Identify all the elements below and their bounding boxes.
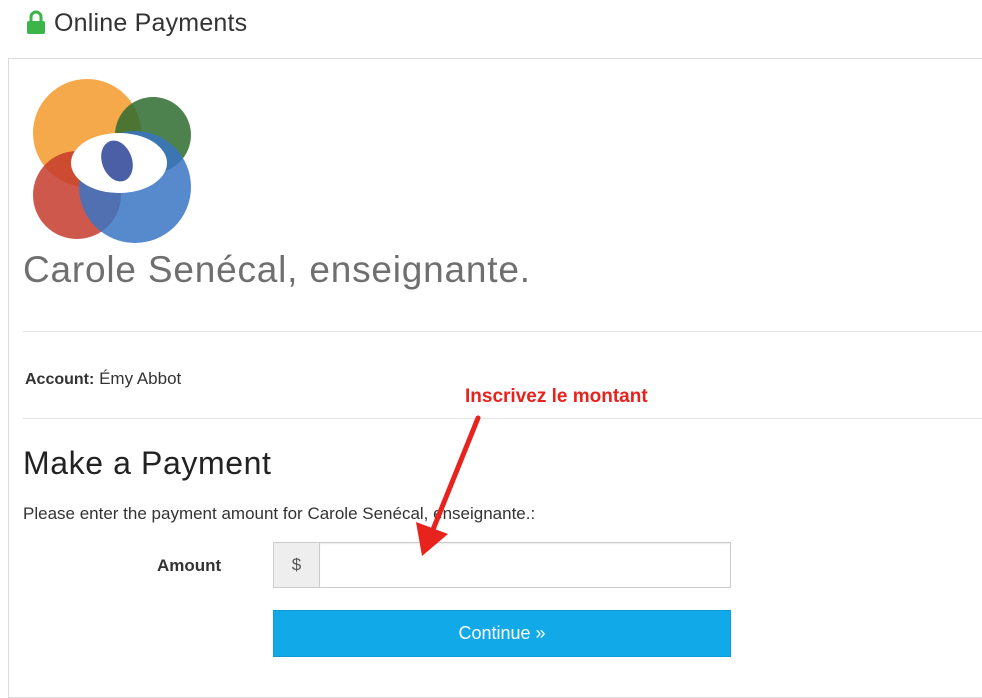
account-info: Account: Émy Abbot: [25, 369, 181, 389]
payment-panel: Carole Senécal, enseignante. Account: Ém…: [8, 58, 982, 698]
instruction-text: Please enter the payment amount for Caro…: [23, 504, 536, 523]
amount-input[interactable]: [319, 542, 731, 588]
business-name: Carole Senécal, enseignante.: [23, 249, 531, 290]
amount-label: Amount: [157, 556, 222, 575]
account-value: Émy Abbot: [99, 369, 182, 388]
page-title: Online Payments: [54, 8, 248, 37]
lock-icon: [26, 10, 46, 36]
currency-addon: $: [273, 542, 319, 588]
divider: [23, 331, 982, 332]
account-label: Account:: [25, 371, 95, 388]
continue-button[interactable]: Continue »: [273, 610, 731, 657]
annotation-text: Inscrivez le montant: [465, 386, 648, 407]
section-heading: Make a Payment: [23, 445, 272, 481]
divider: [23, 418, 982, 419]
overlapping-circles-logo: [31, 77, 197, 245]
page-header: Online Payments: [26, 6, 247, 40]
amount-input-group: $: [273, 542, 731, 588]
